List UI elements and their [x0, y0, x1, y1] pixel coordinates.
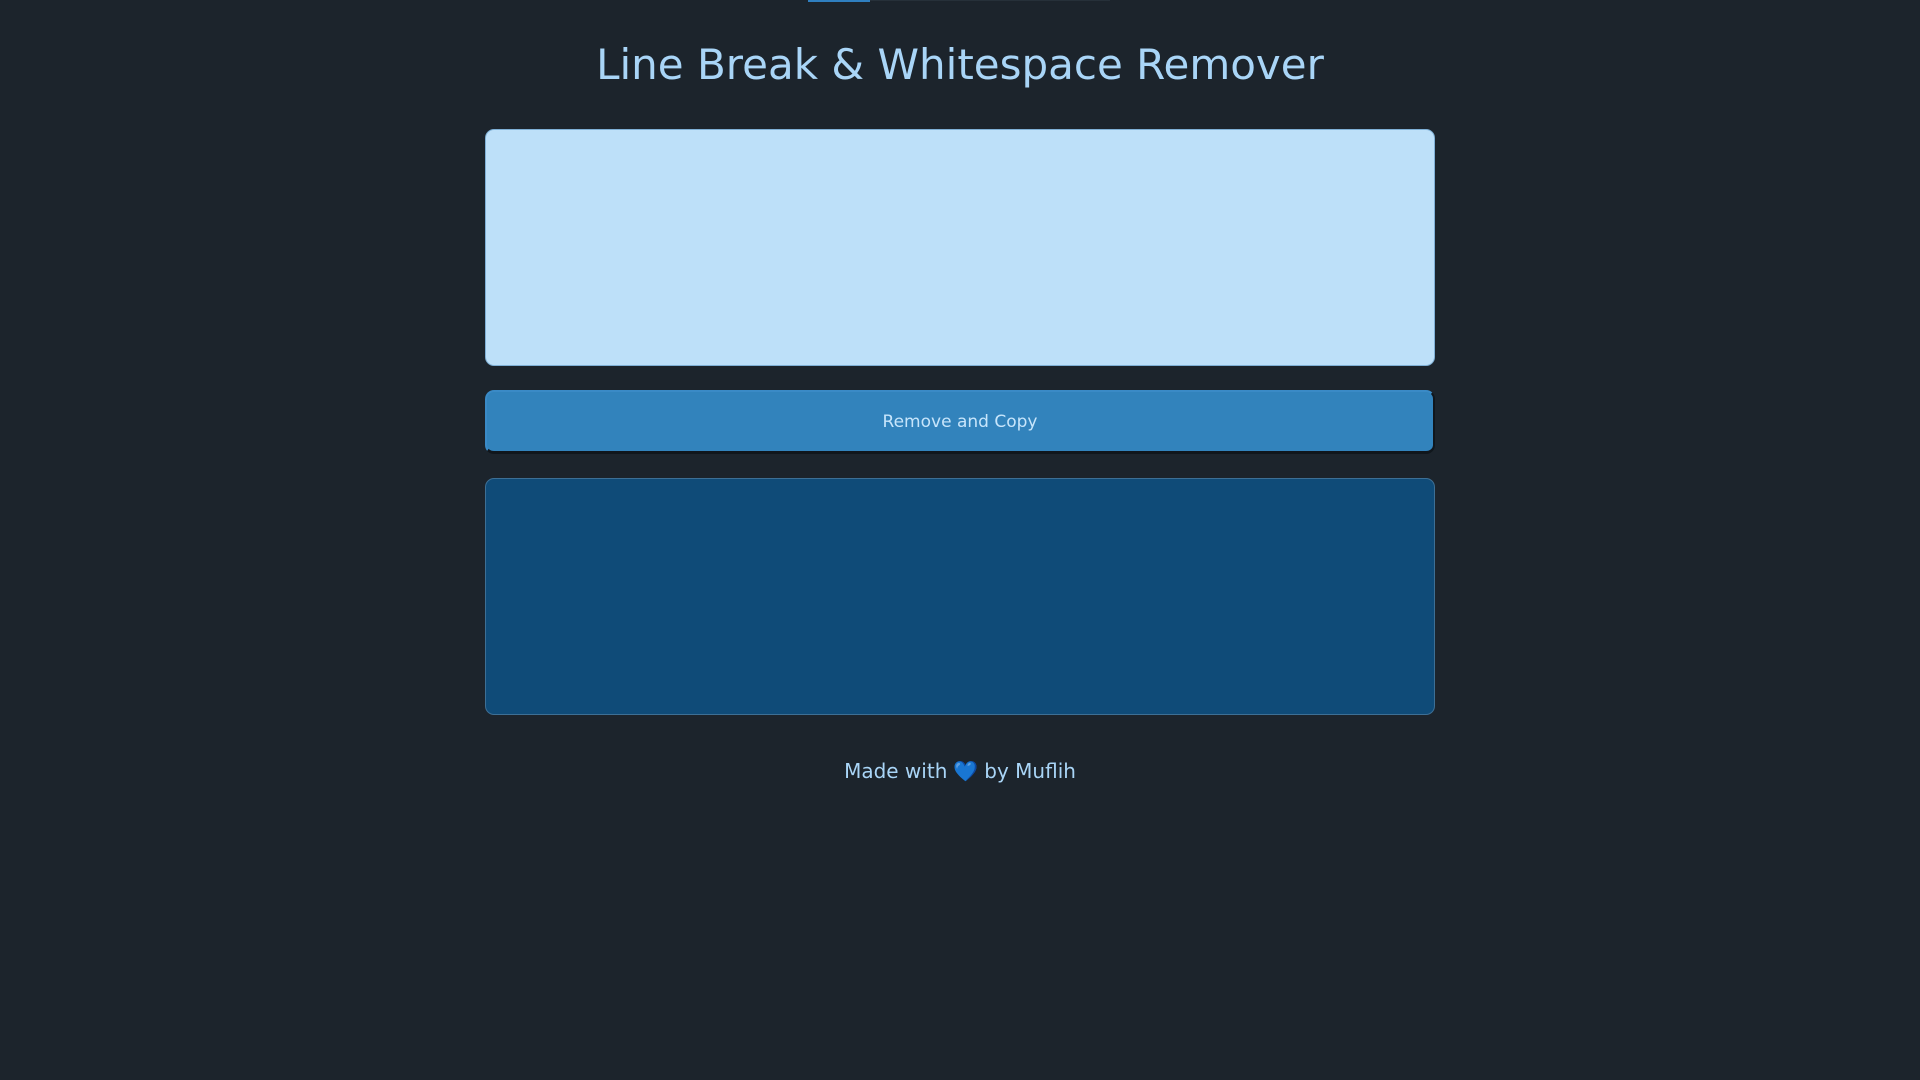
input-textarea[interactable] [485, 129, 1435, 366]
heart-icon: 💙 [953, 759, 979, 783]
output-section [485, 478, 1435, 715]
footer-author: by Muflih [984, 759, 1076, 783]
input-section [485, 129, 1435, 366]
remove-and-copy-button[interactable]: Remove and Copy [485, 390, 1435, 454]
page: Line Break & Whitespace Remover Remove a… [0, 0, 1920, 1080]
footer-made-with: Made with [844, 759, 948, 783]
page-title: Line Break & Whitespace Remover [596, 40, 1324, 89]
action-section: Remove and Copy [485, 390, 1435, 454]
top-tab-track [870, 0, 1110, 1]
footer: Made with 💙 by Muflih [0, 758, 1920, 784]
top-tab-indicator [808, 0, 870, 2]
output-textarea[interactable] [485, 478, 1435, 715]
